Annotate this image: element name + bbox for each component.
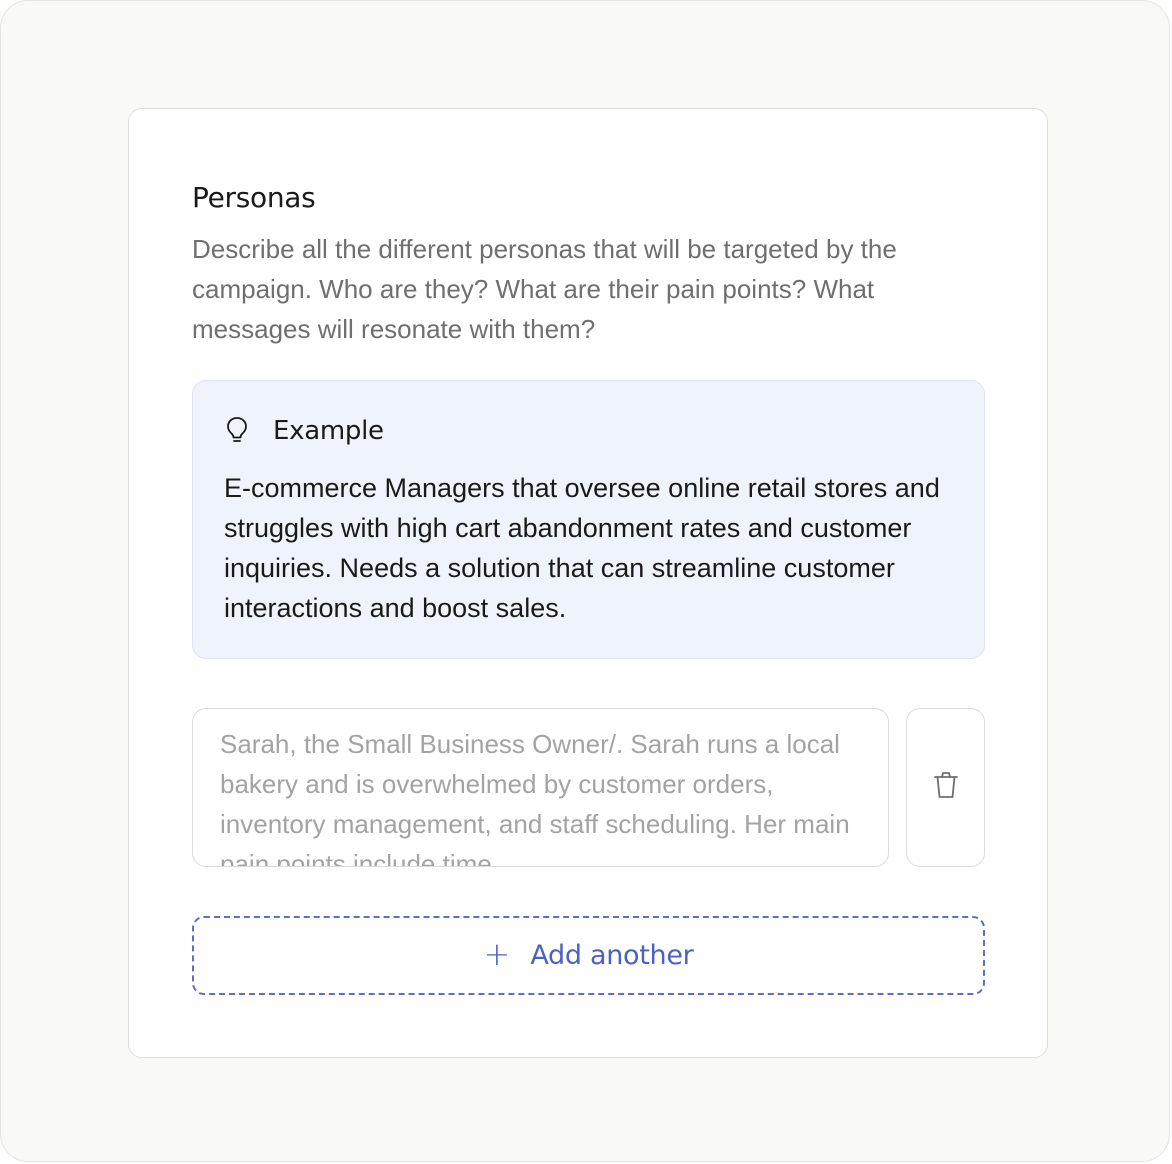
trash-icon	[932, 769, 960, 806]
page-frame: Personas Describe all the different pers…	[0, 0, 1170, 1162]
add-another-label: Add another	[530, 940, 694, 971]
plus-icon: +	[483, 934, 511, 973]
personas-card: Personas Describe all the different pers…	[128, 108, 1048, 1058]
persona-text-value: Sarah, the Small Business Owner/. Sarah …	[220, 729, 850, 867]
section-title: Personas	[192, 181, 316, 214]
add-another-button[interactable]: + Add another	[192, 916, 985, 995]
lightbulb-icon	[225, 415, 249, 447]
example-header: Example	[225, 415, 384, 447]
section-description: Describe all the different personas that…	[192, 234, 897, 344]
example-label: Example	[273, 416, 384, 446]
delete-persona-button[interactable]	[906, 708, 985, 867]
persona-text-field[interactable]: Sarah, the Small Business Owner/. Sarah …	[192, 708, 889, 867]
example-text: E-commerce Managers that oversee online …	[224, 473, 940, 623]
example-box: Example E-commerce Managers that oversee…	[192, 380, 985, 659]
